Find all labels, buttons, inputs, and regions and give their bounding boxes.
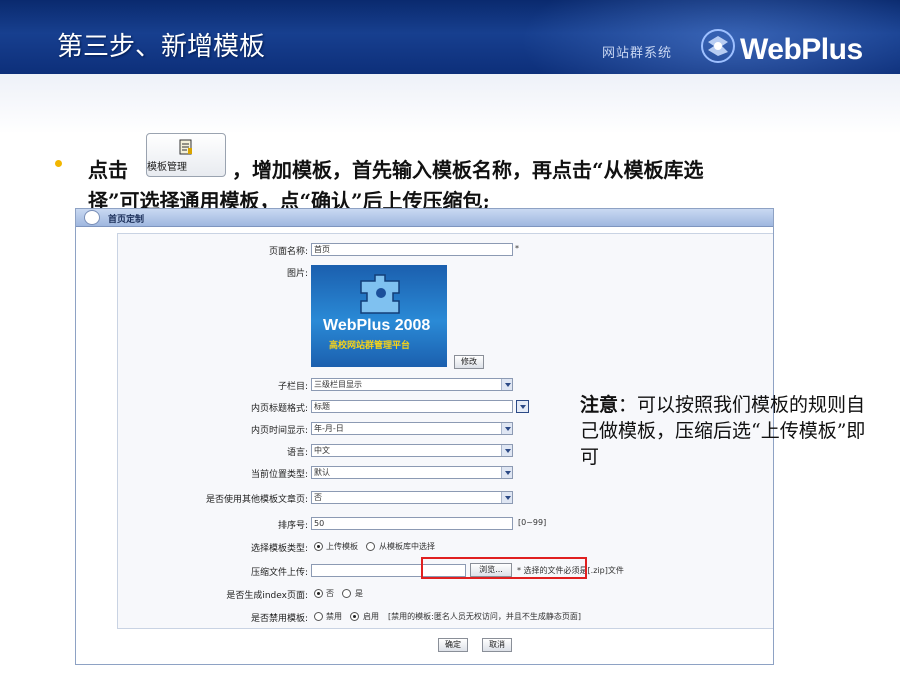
order-input[interactable]: 50 [311,517,513,530]
template-manage-label: 模板管理 [147,162,187,173]
disable-hint: [禁用的模板:匿名人员无权访问，并且不生成静态页面] [388,612,581,621]
page-name-label: 页面名称: [268,247,308,257]
webplus-logo-icon [701,29,735,63]
gen-index-label: 是否生成index页面: [226,591,308,601]
position-type-select[interactable]: 默认 [311,466,513,479]
header-band [0,74,900,134]
chevron-down-icon [501,467,512,478]
note-text: 注意：可以按照我们模板的规则自己做模板，压缩后选“上传模板”即可 [580,392,870,470]
chevron-down-icon [501,492,512,503]
sub-column-label: 子栏目: [277,382,308,392]
gen-index-yes-label: 是 [355,589,363,598]
bullet-dot [55,160,62,167]
inner-title-label: 内页标题格式: [250,404,308,414]
page-name-input[interactable]: 首页 [311,243,513,256]
gen-index-no-radio[interactable] [314,589,323,598]
position-type-label: 当前位置类型: [250,470,308,480]
inner-title-dropdown-button[interactable] [516,400,529,413]
disable-on-radio[interactable] [350,612,359,621]
chevron-down-icon [501,379,512,390]
brand-name: WebPlus [740,33,863,66]
preview-title: WebPlus 2008 [323,317,431,334]
puzzle-logo-icon [360,274,400,314]
chevron-down-icon [501,423,512,434]
position-type-value: 默认 [314,468,330,477]
inner-time-value: 年-月-日 [314,424,344,433]
slide-header: 第三步、新增模板 网站群系统 WebPlus [0,0,900,74]
note-body: ：可以按照我们模板的规则自己做模板，压缩后选“上传模板”即可 [580,394,866,468]
inner-time-label: 内页时间显示: [250,426,308,436]
disable-label: 是否禁用模板: [250,614,308,624]
template-type-upload-radio[interactable] [314,542,323,551]
template-type-upload-label: 上传模板 [326,542,358,551]
language-select[interactable]: 中文 [311,444,513,457]
disable-off-label: 禁用 [326,612,342,621]
disable-off-radio[interactable] [314,612,323,621]
sub-column-select[interactable]: 三级栏目显示 [311,378,513,391]
other-template-select[interactable]: 否 [311,491,513,504]
brand-subtitle: 网站群系统 [602,46,673,61]
template-preview-image: WebPlus 2008 高校网站群管理平台 [311,265,447,367]
cancel-button[interactable]: 取消 [482,638,512,652]
template-type-label: 选择模板类型: [250,544,308,554]
modify-button[interactable]: 修改 [454,355,484,369]
note-head: 注意 [580,394,619,416]
instruction-rest: ，增加模板，首先输入模板名称，再点击“从模板库选 [232,158,704,182]
template-type-library-radio[interactable] [366,542,375,551]
order-range: [0~99] [518,518,547,527]
other-template-value: 否 [314,493,322,502]
disable-on-label: 启用 [363,612,379,621]
language-label: 语言: [286,448,308,458]
confirm-button[interactable]: 确定 [438,638,468,652]
chevron-down-icon [501,445,512,456]
instruction-prefix: 点击 [88,158,128,182]
required-mark: * [515,244,519,253]
inner-title-input[interactable]: 标题 [311,400,513,413]
sub-column-value: 三级栏目显示 [314,380,362,389]
panel-header-icon [84,210,100,225]
other-template-label: 是否使用其他模板文章页: [205,495,308,505]
gen-index-no-label: 否 [326,589,334,598]
template-type-library-label: 从模板库中选择 [379,542,435,551]
template-doc-icon [179,139,192,155]
template-manage-button[interactable]: 模板管理 [146,133,226,177]
order-label: 排序号: [277,521,308,531]
inner-time-select[interactable]: 年-月-日 [311,422,513,435]
slide-title: 第三步、新增模板 [57,32,266,62]
gen-index-yes-radio[interactable] [342,589,351,598]
preview-subtitle: 高校网站群管理平台 [329,341,411,351]
image-label: 图片: [286,269,308,279]
panel-header: 首页定制 [76,209,773,227]
upload-label: 压缩文件上传: [250,568,308,578]
panel-title: 首页定制 [108,215,145,225]
upload-highlight-box [421,557,587,579]
language-value: 中文 [314,446,330,455]
